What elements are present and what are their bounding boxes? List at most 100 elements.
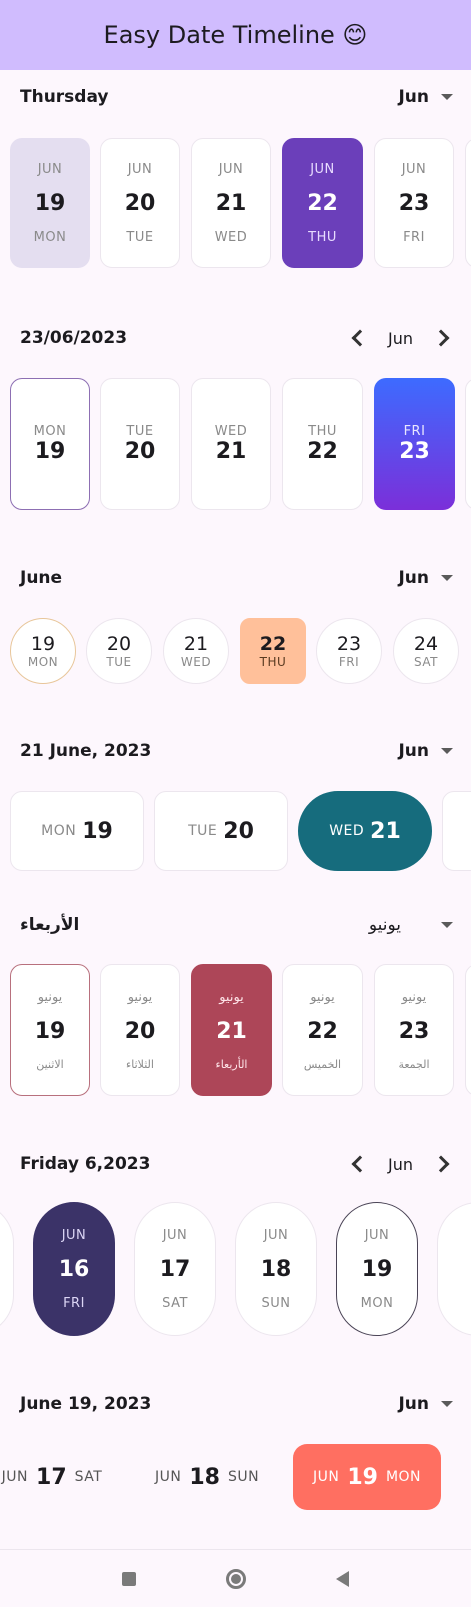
timeline-7-day-item[interactable]: JUN 18 SUN bbox=[147, 1444, 267, 1510]
timeline-1-day-card-selected[interactable]: JUN 22 THU bbox=[282, 138, 363, 268]
timeline-6-day-card-selected[interactable]: JUN 16 FRI bbox=[33, 1202, 115, 1336]
timeline-4-month-dropdown[interactable]: Jun bbox=[398, 741, 453, 761]
day-month: JUN bbox=[310, 161, 335, 177]
timeline-2-day-card-selected[interactable]: FRI 23 bbox=[374, 378, 455, 510]
timeline-5-day-card[interactable]: يونيو 20 الثلاثاء bbox=[100, 964, 180, 1096]
day-number: 21 bbox=[216, 1018, 247, 1044]
timeline-5-day-card-partial[interactable] bbox=[465, 964, 471, 1096]
timeline-4-title: 21 June, 2023 bbox=[20, 741, 152, 761]
day-weekday: WED bbox=[180, 655, 212, 669]
day-weekday: MON bbox=[27, 655, 59, 669]
timeline-6-row: JUN 16 FRI JUN 17 SAT JUN 18 SUN JUN 19 … bbox=[0, 1196, 471, 1346]
timeline-1-day-card[interactable]: JUN 19 MON bbox=[10, 138, 90, 268]
timeline-6-day-card-partial[interactable] bbox=[0, 1202, 14, 1336]
timeline-3-month-dropdown[interactable]: Jun bbox=[398, 568, 453, 588]
timeline-2-title: 23/06/2023 bbox=[20, 328, 128, 348]
timeline-2-day-card-partial[interactable] bbox=[465, 378, 471, 510]
chevron-left-icon[interactable] bbox=[351, 329, 369, 347]
day-weekday: THU bbox=[308, 424, 337, 439]
timeline-7-day-item[interactable]: JUN 17 SAT bbox=[0, 1444, 112, 1510]
back-icon[interactable] bbox=[336, 1570, 349, 1587]
day-weekday: FRI bbox=[403, 424, 426, 439]
month-label: Jun bbox=[388, 1154, 413, 1174]
timeline-7-day-item-selected[interactable]: JUN 19 MON bbox=[293, 1444, 441, 1510]
timeline-4-day-card-selected[interactable]: WED 21 bbox=[298, 791, 432, 871]
timeline-1-day-card[interactable]: JUN 20 TUE bbox=[100, 138, 180, 268]
day-weekday: الأربعاء bbox=[215, 1057, 248, 1071]
timeline-2-day-card[interactable]: TUE 20 bbox=[100, 378, 180, 510]
day-number: 19 bbox=[34, 190, 66, 216]
timeline-3-day-chip-selected[interactable]: 22 THU bbox=[240, 618, 306, 684]
timeline-6-day-card-partial[interactable] bbox=[437, 1202, 471, 1336]
timeline-3-day-chip[interactable]: 21 WED bbox=[163, 618, 229, 684]
timeline-4-header: 21 June, 2023 Jun bbox=[20, 736, 453, 766]
day-month: يونيو bbox=[219, 989, 244, 1005]
timeline-5-day-card-today[interactable]: يونيو 19 الاثنين bbox=[10, 964, 90, 1096]
day-month: JUN bbox=[154, 1469, 182, 1485]
day-weekday: MON bbox=[360, 1295, 394, 1311]
day-number: 17 bbox=[159, 1256, 191, 1282]
timeline-6-month-nav: Jun bbox=[348, 1155, 453, 1174]
timeline-7-month-dropdown[interactable]: Jun bbox=[398, 1394, 453, 1414]
day-weekday: FRI bbox=[338, 655, 360, 669]
day-month: JUN bbox=[312, 1469, 340, 1485]
recent-apps-icon[interactable] bbox=[122, 1571, 136, 1586]
timeline-5-title: الأربعاء bbox=[20, 915, 80, 935]
month-dropdown-label: Jun bbox=[398, 568, 429, 588]
timeline-5-day-card[interactable]: يونيو 23 الجمعة bbox=[374, 964, 454, 1096]
day-weekday: TUE bbox=[106, 655, 132, 669]
timeline-1-header: Thursday Jun bbox=[20, 82, 453, 112]
timeline-5-day-card[interactable]: يونيو 22 الخميس bbox=[282, 964, 363, 1096]
day-number: 22 bbox=[259, 633, 287, 655]
day-weekday: الثلاثاء bbox=[126, 1057, 154, 1071]
timeline-7-title: June 19, 2023 bbox=[20, 1394, 152, 1414]
day-number: 23 bbox=[399, 439, 430, 464]
timeline-1-month-dropdown[interactable]: Jun bbox=[398, 87, 453, 107]
timeline-3-day-chip[interactable]: 20 TUE bbox=[86, 618, 152, 684]
timeline-5-month-dropdown[interactable]: يونيو bbox=[369, 915, 453, 935]
day-number: 19 bbox=[347, 1464, 378, 1490]
chevron-right-icon[interactable] bbox=[432, 1155, 450, 1173]
timeline-4-day-card-partial[interactable] bbox=[442, 791, 471, 871]
chevron-right-icon[interactable] bbox=[432, 329, 450, 347]
timeline-7-row: JUN 17 SAT JUN 18 SUN JUN 19 MON bbox=[0, 1438, 471, 1518]
day-number: 21 bbox=[215, 439, 247, 464]
app-bar: Easy Date Timeline 😊 bbox=[0, 0, 471, 70]
timeline-6-title: Friday 6,2023 bbox=[20, 1154, 151, 1174]
day-number: 20 bbox=[124, 190, 156, 216]
timeline-4-day-card[interactable]: MON 19 bbox=[10, 791, 144, 871]
timeline-3-day-chip-today[interactable]: 19 MON bbox=[10, 618, 76, 684]
timeline-2-day-card[interactable]: WED 21 bbox=[191, 378, 271, 510]
month-dropdown-label: يونيو bbox=[368, 915, 401, 935]
chevron-left-icon[interactable] bbox=[351, 1155, 369, 1173]
month-dropdown-label: Jun bbox=[398, 1394, 429, 1414]
timeline-3-day-chip[interactable]: 23 FRI bbox=[316, 618, 382, 684]
timeline-3-header: June Jun bbox=[20, 563, 453, 593]
timeline-6-day-card[interactable]: JUN 18 SUN bbox=[235, 1202, 317, 1336]
caret-down-icon bbox=[441, 1401, 453, 1407]
home-icon[interactable] bbox=[226, 1568, 246, 1589]
day-month: يونيو bbox=[310, 989, 335, 1005]
timeline-5-day-card-selected[interactable]: يونيو 21 الأربعاء bbox=[191, 964, 272, 1096]
timeline-2-header: 23/06/2023 Jun bbox=[20, 323, 453, 353]
day-weekday: SUN bbox=[261, 1295, 291, 1311]
system-nav-bar bbox=[0, 1550, 471, 1607]
day-weekday: الاثنين bbox=[36, 1057, 64, 1071]
timeline-2-day-card-today[interactable]: MON 19 bbox=[10, 378, 90, 510]
timeline-1-day-card-partial[interactable] bbox=[465, 138, 471, 268]
timeline-4-day-card[interactable]: TUE 20 bbox=[154, 791, 288, 871]
day-month: JUN bbox=[61, 1227, 87, 1243]
timeline-1-day-card[interactable]: JUN 21 WED bbox=[191, 138, 271, 268]
caret-down-icon bbox=[441, 748, 453, 754]
day-number: 19 bbox=[361, 1256, 393, 1282]
timeline-3-day-chip[interactable]: 24 SAT bbox=[393, 618, 459, 684]
month-dropdown-label: Jun bbox=[398, 87, 429, 107]
timeline-2-month-nav: Jun bbox=[348, 329, 453, 348]
day-month: JUN bbox=[263, 1227, 289, 1243]
timeline-2-day-card[interactable]: THU 22 bbox=[282, 378, 363, 510]
timeline-6-day-card-today[interactable]: JUN 19 MON bbox=[336, 1202, 418, 1336]
timeline-6-day-card[interactable]: JUN 17 SAT bbox=[134, 1202, 216, 1336]
day-weekday: MON bbox=[385, 1469, 422, 1485]
day-number: 19 bbox=[30, 633, 56, 655]
timeline-1-day-card[interactable]: JUN 23 FRI bbox=[374, 138, 454, 268]
